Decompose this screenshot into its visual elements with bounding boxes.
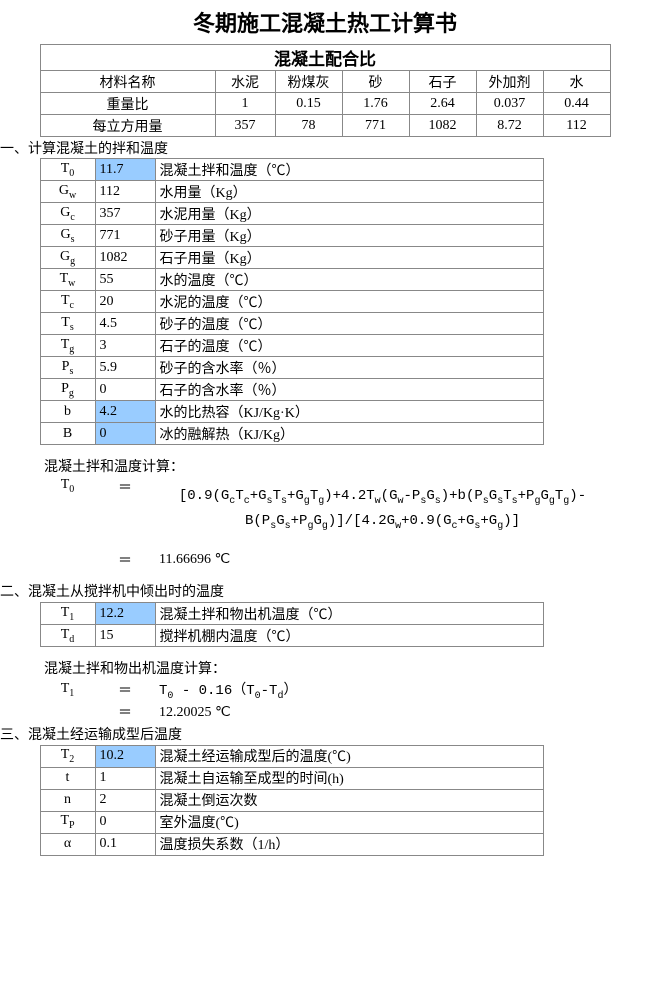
param-row: α0.1温度损失系数（1/h）: [0, 833, 650, 855]
param-desc: 混凝土拌和物出机温度（℃）: [155, 603, 543, 625]
param-value: 1082: [95, 247, 155, 269]
param-desc: 水泥的温度（℃）: [155, 291, 543, 313]
param-row: Ps5.9砂子的含水率（％）: [0, 357, 650, 379]
sec1-calc-label: 混凝土拌和温度计算：: [40, 455, 650, 477]
param-desc: 混凝土自运输至成型的时间(h): [155, 767, 543, 789]
param-symbol: Ps: [40, 357, 95, 379]
param-row: T011.7混凝土拌和温度（℃）: [0, 159, 650, 181]
param-value: 55: [95, 269, 155, 291]
param-value: 4.2: [95, 401, 155, 423]
param-symbol: t: [40, 767, 95, 789]
param-value: 0: [95, 423, 155, 445]
param-symbol: α: [40, 833, 95, 855]
param-value: 3: [95, 335, 155, 357]
worksheet: 冬期施工混凝土热工计算书 混凝土配合比 材料名称 水泥 粉煤灰 砂 石子 外加剂…: [0, 0, 650, 856]
sec3-title: 三、混凝土经运输成型后温度: [0, 723, 650, 745]
param-row: b4.2水的比热容（KJ/Kg·K）: [0, 401, 650, 423]
sec2-calc-label: 混凝土拌和物出机温度计算：: [40, 657, 650, 679]
param-row: Gw112水用量（Kg）: [0, 181, 650, 203]
param-symbol: TP: [40, 811, 95, 833]
param-desc: 水的比热容（KJ/Kg·K）: [155, 401, 543, 423]
param-desc: 温度损失系数（1/h）: [155, 833, 543, 855]
param-row: TP0室外温度(℃): [0, 811, 650, 833]
param-value: 11.7: [95, 159, 155, 181]
sec2-title: 二、混凝土从搅拌机中倾出时的温度: [0, 581, 650, 603]
param-desc: 砂子的含水率（％）: [155, 357, 543, 379]
doc-title: 冬期施工混凝土热工计算书: [0, 0, 650, 45]
param-desc: 石子的温度（℃）: [155, 335, 543, 357]
param-row: Gc357水泥用量（Kg）: [0, 203, 650, 225]
sec1-formula: [0.9(GcTc+GsTs+GgTg)+4.2Tw(Gw-PsGs)+b(Ps…: [155, 477, 610, 543]
param-value: 10.2: [95, 745, 155, 767]
param-row: Ts4.5砂子的温度（℃）: [0, 313, 650, 335]
sec1-title: 一、计算混凝土的拌和温度: [0, 137, 650, 159]
param-row: Tw55水的温度（℃）: [0, 269, 650, 291]
param-value: 5.9: [95, 357, 155, 379]
param-desc: 混凝土拌和温度（℃）: [155, 159, 543, 181]
param-row: B0冰的融解热（KJ/Kg）: [0, 423, 650, 445]
param-value: 20: [95, 291, 155, 313]
param-value: 2: [95, 789, 155, 811]
param-desc: 水的温度（℃）: [155, 269, 543, 291]
param-row: Tg3石子的温度（℃）: [0, 335, 650, 357]
param-value: 357: [95, 203, 155, 225]
sec1-result: 11.66696 ℃: [155, 549, 610, 571]
param-symbol: T0: [40, 159, 95, 181]
mix-row-percubic: 每立方用量 357 78 771 1082 8.72 112: [0, 115, 650, 137]
param-symbol: b: [40, 401, 95, 423]
param-row: Tc20水泥的温度（℃）: [0, 291, 650, 313]
param-desc: 石子用量（Kg）: [155, 247, 543, 269]
param-symbol: Pg: [40, 379, 95, 401]
param-symbol: Tc: [40, 291, 95, 313]
param-desc: 水用量（Kg）: [155, 181, 543, 203]
param-value: 771: [95, 225, 155, 247]
param-row: Gg1082石子用量（Kg）: [0, 247, 650, 269]
sec1-lhs: T0: [40, 477, 95, 499]
param-symbol: Td: [40, 625, 95, 647]
param-symbol: Gg: [40, 247, 95, 269]
param-value: 0: [95, 811, 155, 833]
param-row: Td15搅拌机棚内温度（℃）: [0, 625, 650, 647]
param-symbol: Tw: [40, 269, 95, 291]
param-row: T112.2混凝土拌和物出机温度（℃）: [0, 603, 650, 625]
param-desc: 混凝土经运输成型后的温度(℃): [155, 745, 543, 767]
param-desc: 砂子用量（Kg）: [155, 225, 543, 247]
param-symbol: Tg: [40, 335, 95, 357]
param-value: 112: [95, 181, 155, 203]
param-symbol: Ts: [40, 313, 95, 335]
param-symbol: n: [40, 789, 95, 811]
param-row: Pg0石子的含水率（％）: [0, 379, 650, 401]
sec2-lhs: T1: [40, 679, 95, 702]
param-value: 0.1: [95, 833, 155, 855]
param-value: 4.5: [95, 313, 155, 335]
param-row: T210.2混凝土经运输成型后的温度(℃): [0, 745, 650, 767]
param-row: t1混凝土自运输至成型的时间(h): [0, 767, 650, 789]
param-value: 12.2: [95, 603, 155, 625]
sec2-formula: T0 - 0.16（T0-Td）: [155, 679, 610, 702]
param-symbol: B: [40, 423, 95, 445]
param-desc: 冰的融解热（KJ/Kg）: [155, 423, 543, 445]
param-value: 1: [95, 767, 155, 789]
param-symbol: Gc: [40, 203, 95, 225]
param-desc: 混凝土倒运次数: [155, 789, 543, 811]
mix-row-ratio: 重量比 1 0.15 1.76 2.64 0.037 0.44: [0, 93, 650, 115]
param-symbol: T2: [40, 745, 95, 767]
mix-subtitle: 混凝土配合比: [40, 45, 610, 71]
param-symbol: Gw: [40, 181, 95, 203]
param-value: 15: [95, 625, 155, 647]
sec2-result: 12.20025 ℃: [155, 701, 610, 723]
param-desc: 石子的含水率（％）: [155, 379, 543, 401]
param-desc: 室外温度(℃): [155, 811, 543, 833]
param-value: 0: [95, 379, 155, 401]
param-row: Gs771砂子用量（Kg）: [0, 225, 650, 247]
param-desc: 砂子的温度（℃）: [155, 313, 543, 335]
param-symbol: Gs: [40, 225, 95, 247]
mix-header-row: 材料名称 水泥 粉煤灰 砂 石子 外加剂 水: [0, 71, 650, 93]
param-symbol: T1: [40, 603, 95, 625]
param-row: n2混凝土倒运次数: [0, 789, 650, 811]
param-desc: 水泥用量（Kg）: [155, 203, 543, 225]
param-desc: 搅拌机棚内温度（℃）: [155, 625, 543, 647]
